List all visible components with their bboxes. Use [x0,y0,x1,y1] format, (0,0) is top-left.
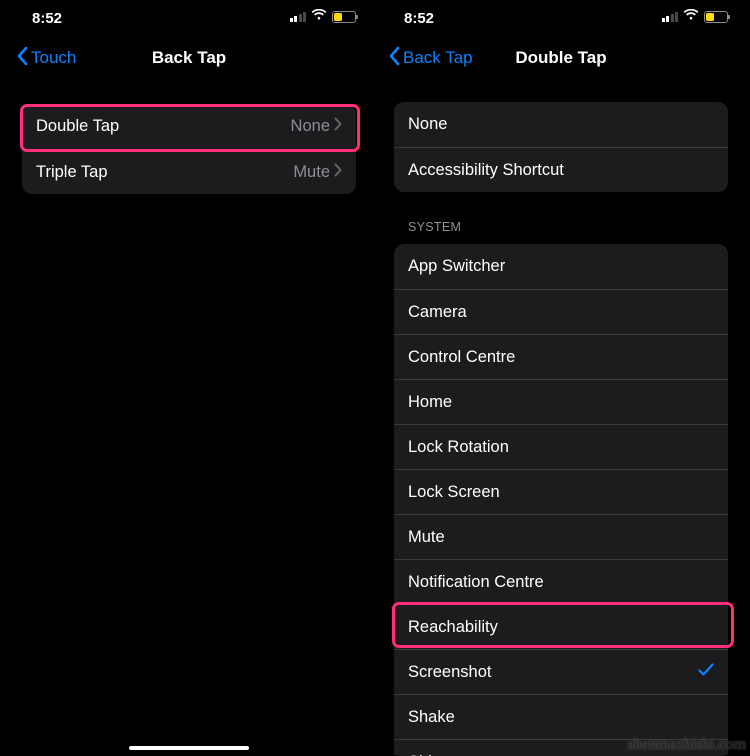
row-label: Reachability [408,618,714,637]
battery-icon [332,11,356,23]
chevron-right-icon [334,163,342,182]
row-triple-tap[interactable]: Triple Tap Mute [22,149,356,194]
row-label: Lock Screen [408,483,714,502]
stage: { "statusbar": { "time": "8:52" }, "left… [0,0,750,756]
wifi-icon [683,8,699,26]
row-label: App Switcher [408,257,714,276]
row-label: Mute [408,528,714,547]
status-time: 8:52 [404,10,434,27]
top-options-group: None Accessibility Shortcut [394,102,728,192]
row-lock-rotation[interactable]: Lock Rotation [394,424,728,469]
nav-bar: Back Tap Double Tap [380,36,742,80]
row-app-switcher[interactable]: App Switcher [394,244,728,289]
status-bar: 8:52 [8,0,370,36]
chevron-left-icon [388,46,400,71]
back-label: Touch [31,48,76,68]
system-group: App Switcher Camera Control Centre Home … [394,244,728,756]
home-indicator[interactable] [129,746,249,751]
system-header: System [408,220,728,234]
phone-double-tap: 8:52 Back Tap Double Tap None [380,0,742,756]
cellular-icon [662,12,679,22]
status-time: 8:52 [32,10,62,27]
row-accessibility-shortcut[interactable]: Accessibility Shortcut [394,147,728,192]
chevron-left-icon [16,46,28,71]
row-label: Control Centre [408,348,714,367]
row-screenshot[interactable]: Screenshot [394,649,728,694]
checkmark-icon [698,663,714,682]
back-button[interactable]: Touch [16,46,76,71]
row-reachability[interactable]: Reachability [394,604,728,649]
row-lock-screen[interactable]: Lock Screen [394,469,728,514]
row-label: Shake [408,708,714,727]
row-label: Accessibility Shortcut [408,161,714,180]
row-label: Camera [408,303,714,322]
row-camera[interactable]: Camera [394,289,728,334]
battery-icon [704,11,728,23]
phone-back-tap: 8:52 Touch Back Tap Double Tap None [8,0,370,756]
row-label: Double Tap [36,117,291,136]
status-bar: 8:52 [380,0,742,36]
wifi-icon [311,8,327,26]
row-double-tap[interactable]: Double Tap None [22,104,356,149]
row-control-centre[interactable]: Control Centre [394,334,728,379]
row-label: Screenshot [408,663,698,682]
row-label: Home [408,393,714,412]
row-home[interactable]: Home [394,379,728,424]
chevron-right-icon [334,117,342,136]
cellular-icon [290,12,307,22]
back-button[interactable]: Back Tap [388,46,473,71]
row-label: None [408,115,714,134]
nav-bar: Touch Back Tap [8,36,370,80]
row-none[interactable]: None [394,102,728,147]
row-label: Lock Rotation [408,438,714,457]
row-mute[interactable]: Mute [394,514,728,559]
row-value: Mute [293,163,330,182]
row-value: None [291,117,330,136]
watermark: shenmazhishi.com [627,736,746,754]
row-notification-centre[interactable]: Notification Centre [394,559,728,604]
back-label: Back Tap [403,48,473,68]
row-shake[interactable]: Shake [394,694,728,739]
back-tap-group: Double Tap None Triple Tap Mute [22,104,356,194]
row-label: Notification Centre [408,573,714,592]
row-label: Triple Tap [36,163,293,182]
